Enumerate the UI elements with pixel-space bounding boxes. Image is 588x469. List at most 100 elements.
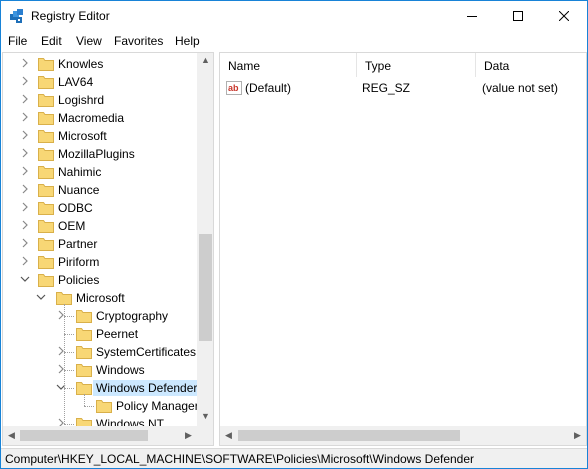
scroll-down-arrow-icon[interactable]: ▼ xyxy=(197,411,213,421)
menu-favorites[interactable]: Favorites xyxy=(114,34,163,48)
tree-item[interactable]: SystemCertificates xyxy=(3,343,199,361)
tree-item[interactable]: Microsoft xyxy=(3,127,199,145)
tree-item-label: ODBC xyxy=(58,201,93,215)
window-title: Registry Editor xyxy=(31,9,110,23)
folder-icon xyxy=(76,327,92,341)
scrollbar-corner xyxy=(197,426,213,445)
value-row[interactable]: ab (Default) REG_SZ (value not set) xyxy=(220,79,586,97)
tree-item[interactable]: Macromedia xyxy=(3,109,199,127)
scroll-left-arrow-icon[interactable]: ◀ xyxy=(3,430,20,441)
expand-chevron-icon[interactable] xyxy=(20,76,30,88)
values-horizontal-scrollbar[interactable]: ◀ ▶ xyxy=(220,426,586,445)
column-header-data[interactable]: Data xyxy=(476,53,586,77)
tree-item-label: Cryptography xyxy=(96,309,169,323)
tree-item[interactable]: Partner xyxy=(3,235,199,253)
tree-item[interactable]: Peernet xyxy=(3,325,199,343)
scroll-left-arrow-icon[interactable]: ◀ xyxy=(220,430,237,441)
collapse-chevron-icon[interactable] xyxy=(20,274,30,286)
tree-item[interactable]: Logishrd xyxy=(3,91,199,109)
tree-item-label: Knowles xyxy=(58,57,104,71)
tree-vertical-scrollbar[interactable]: ▲ ▼ xyxy=(197,53,213,426)
tree-item[interactable]: Microsoft xyxy=(3,289,199,307)
folder-icon xyxy=(38,75,54,89)
maximize-button[interactable] xyxy=(495,1,541,31)
menu-help[interactable]: Help xyxy=(175,34,200,48)
tree-item[interactable]: Policy Manager xyxy=(3,397,199,415)
expand-chevron-icon[interactable] xyxy=(20,166,30,178)
tree-item-label: LAV64 xyxy=(58,75,94,89)
tree-item[interactable]: Nahimic xyxy=(3,163,199,181)
tree-item-label: Partner xyxy=(58,237,98,251)
expand-chevron-icon[interactable] xyxy=(20,130,30,142)
column-header-type-label: Type xyxy=(365,59,392,73)
scroll-up-arrow-icon[interactable]: ▲ xyxy=(197,55,213,65)
tree-item[interactable]: Policies xyxy=(3,271,199,289)
tree-item-label: Policies xyxy=(58,273,100,287)
menu-edit[interactable]: Edit xyxy=(41,34,62,48)
tree-vertical-scroll-thumb[interactable] xyxy=(199,234,212,341)
expand-chevron-icon[interactable] xyxy=(20,94,30,106)
collapse-chevron-icon[interactable] xyxy=(36,292,46,304)
tree-item[interactable]: ODBC xyxy=(3,199,199,217)
folder-icon xyxy=(38,183,54,197)
tree-item-label: Piriform xyxy=(58,255,100,269)
values-list-pane[interactable]: Name Type Data ab (Default) REG_SZ (valu… xyxy=(219,52,587,446)
tree-item[interactable]: Piriform xyxy=(3,253,199,271)
tree-item-label: SystemCertificates xyxy=(96,345,197,359)
column-header-data-label: Data xyxy=(484,59,510,73)
folder-icon xyxy=(38,255,54,269)
minimize-icon xyxy=(467,16,477,17)
menu-bar: File Edit View Favorites Help xyxy=(1,32,587,51)
expand-chevron-icon[interactable] xyxy=(20,184,30,196)
tree-connector xyxy=(64,334,74,335)
status-bar: Computer\HKEY_LOCAL_MACHINE\SOFTWARE\Pol… xyxy=(1,448,587,468)
column-header-name[interactable]: Name xyxy=(220,53,357,77)
title-bar[interactable]: Registry Editor xyxy=(1,1,587,31)
tree-item[interactable]: Windows Defender xyxy=(3,379,201,397)
close-button[interactable] xyxy=(541,1,587,31)
menu-file[interactable]: File xyxy=(8,34,27,48)
folder-icon xyxy=(76,363,92,377)
expand-chevron-icon[interactable] xyxy=(20,148,30,160)
folder-icon xyxy=(38,273,54,287)
tree-horizontal-scrollbar[interactable]: ◀ ▶ xyxy=(3,426,197,445)
folder-icon xyxy=(76,309,92,323)
tree-item[interactable]: Cryptography xyxy=(3,307,199,325)
folder-icon xyxy=(56,291,72,305)
tree-horizontal-scroll-thumb[interactable] xyxy=(20,430,148,441)
registry-editor-window: Registry Editor File Edit View Favorites… xyxy=(0,0,588,469)
tree-item[interactable]: MozillaPlugins xyxy=(3,145,199,163)
values-horizontal-scroll-thumb[interactable] xyxy=(238,430,460,441)
expand-chevron-icon[interactable] xyxy=(20,238,30,250)
tree-connector xyxy=(64,304,65,424)
column-header-type[interactable]: Type xyxy=(357,53,476,77)
folder-icon xyxy=(76,345,92,359)
tree-item[interactable]: Nuance xyxy=(3,181,199,199)
expand-chevron-icon[interactable] xyxy=(20,256,30,268)
tree-item-label: Nuance xyxy=(58,183,100,197)
tree-connector xyxy=(84,406,94,407)
minimize-button[interactable] xyxy=(449,1,495,31)
tree-item-label: Nahimic xyxy=(58,165,102,179)
scroll-right-arrow-icon[interactable]: ▶ xyxy=(180,430,197,441)
menu-view[interactable]: View xyxy=(76,34,102,48)
tree-item[interactable]: Knowles xyxy=(3,55,199,73)
tree-item[interactable]: Windows xyxy=(3,361,199,379)
scroll-right-arrow-icon[interactable]: ▶ xyxy=(569,430,586,441)
column-header-name-label: Name xyxy=(228,59,261,73)
expand-chevron-icon[interactable] xyxy=(20,58,30,70)
tree-item-label: Peernet xyxy=(96,327,139,341)
tree-connector xyxy=(64,424,74,425)
key-tree-pane[interactable]: Knowles LAV64 Logishrd Macromedia Microsoft M… xyxy=(2,52,214,446)
tree-item[interactable]: LAV64 xyxy=(3,73,199,91)
tree-connector xyxy=(64,352,74,353)
expand-chevron-icon[interactable] xyxy=(20,220,30,232)
folder-icon xyxy=(38,147,54,161)
close-icon xyxy=(559,11,569,21)
expand-chevron-icon[interactable] xyxy=(20,112,30,124)
tree-item-label: MozillaPlugins xyxy=(58,147,135,161)
tree-item[interactable]: OEM xyxy=(3,217,199,235)
tree-item-label: Macromedia xyxy=(58,111,125,125)
expand-chevron-icon[interactable] xyxy=(20,202,30,214)
svg-text:ab: ab xyxy=(228,83,239,93)
